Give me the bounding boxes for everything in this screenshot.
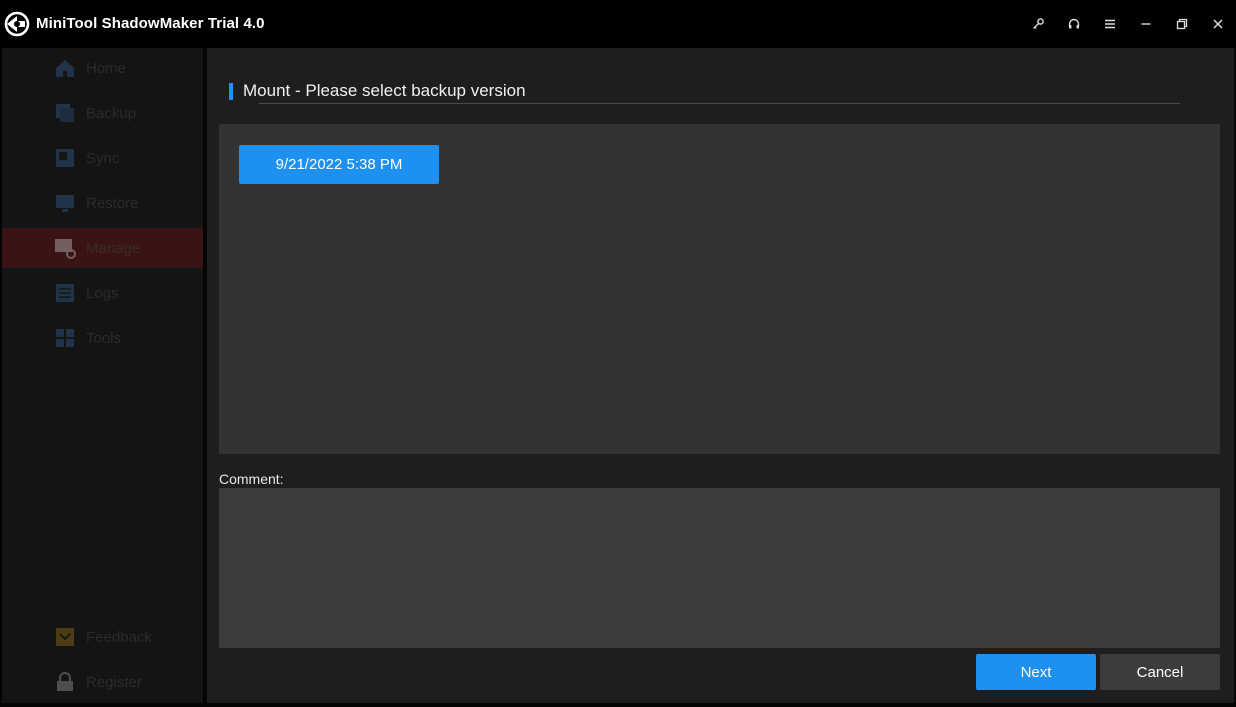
sidebar-item-label: Register [86, 674, 142, 691]
sidebar-item-home[interactable]: Home [2, 48, 203, 88]
close-icon[interactable] [1200, 0, 1236, 48]
sidebar: Home Backup Sync Restore Manage Logs Too… [2, 48, 203, 703]
sidebar-item-register[interactable]: Register [2, 662, 203, 702]
sidebar-item-backup[interactable]: Backup [2, 93, 203, 133]
sidebar-item-feedback[interactable]: Feedback [2, 617, 203, 657]
lock-icon [54, 671, 76, 693]
sidebar-item-label: Restore [86, 195, 139, 212]
sidebar-item-label: Sync [86, 150, 120, 167]
heading-divider [259, 103, 1180, 104]
next-button[interactable]: Next [976, 654, 1096, 690]
sidebar-item-label: Home [86, 60, 127, 77]
window-controls [1020, 0, 1236, 48]
key-icon[interactable] [1020, 0, 1056, 48]
sidebar-item-label: Feedback [86, 629, 152, 646]
minimize-icon[interactable] [1128, 0, 1164, 48]
feedback-icon [54, 626, 76, 648]
cancel-button[interactable]: Cancel [1100, 654, 1220, 690]
app-title: MiniTool ShadowMaker Trial 4.0 [36, 15, 265, 32]
sidebar-item-label: Backup [86, 105, 137, 122]
sidebar-item-label: Manage [86, 240, 141, 257]
manage-icon [54, 237, 76, 259]
page-title: Mount - Please select backup version [243, 81, 526, 100]
tools-icon [54, 327, 76, 349]
comment-label: Comment: [219, 471, 284, 487]
backup-icon [54, 102, 76, 124]
sidebar-item-restore[interactable]: Restore [2, 183, 203, 223]
sync-icon [54, 147, 76, 169]
sidebar-item-sync[interactable]: Sync [2, 138, 203, 178]
comment-field[interactable] [219, 488, 1220, 648]
sidebar-item-logs[interactable]: Logs [2, 273, 203, 313]
logs-icon [54, 282, 76, 304]
sidebar-item-manage[interactable]: Manage [2, 228, 203, 268]
heading-accent [229, 83, 233, 100]
backup-version-item[interactable]: 9/21/2022 5:38 PM [239, 145, 439, 184]
window-border-bottom [0, 703, 1236, 707]
home-icon [54, 57, 76, 79]
menu-icon[interactable] [1092, 0, 1128, 48]
headset-icon[interactable] [1056, 0, 1092, 48]
minitool-logo-icon [3, 10, 31, 38]
sidebar-item-label: Tools [86, 330, 122, 347]
backup-version-list: 9/21/2022 5:38 PM [219, 124, 1220, 454]
mount-dialog: Mount - Please select backup version 9/2… [207, 48, 1234, 703]
sidebar-item-label: Logs [86, 285, 119, 302]
title-bar: MiniTool ShadowMaker Trial 4.0 [0, 0, 1236, 48]
sidebar-item-tools[interactable]: Tools [2, 318, 203, 358]
restore-icon [54, 192, 76, 214]
restore-icon[interactable] [1164, 0, 1200, 48]
